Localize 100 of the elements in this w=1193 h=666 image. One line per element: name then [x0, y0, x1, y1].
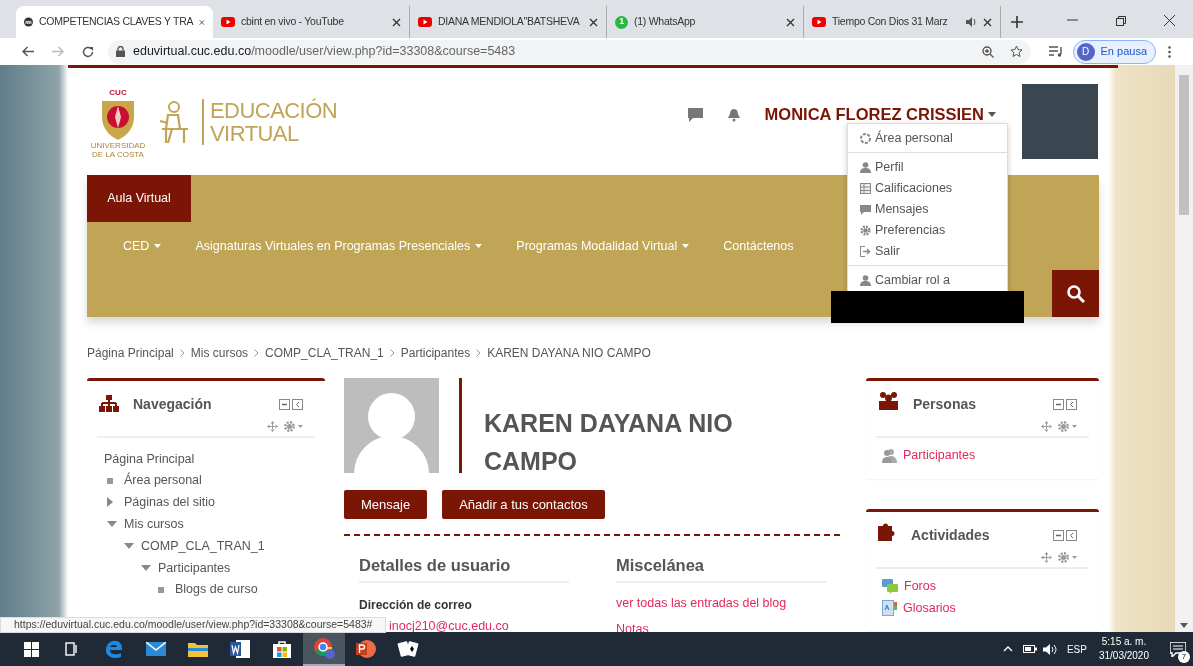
playing-cards-icon	[397, 640, 419, 658]
misc-link[interactable]: Notas	[616, 619, 649, 632]
moodle-logo-icon	[24, 15, 33, 29]
close-icon[interactable]	[786, 17, 795, 27]
user-menu-item[interactable]: Salir	[848, 241, 1007, 262]
profile-status: En pausa	[1100, 44, 1147, 60]
status-url-tooltip: https://eduvirtual.cuc.edu.co/moodle/user/view.php?id=33308&course=5483#	[0, 617, 387, 633]
star-icon[interactable]	[1009, 45, 1023, 58]
nav-tree-item[interactable]: Participantes	[158, 558, 231, 578]
back-arrow-icon[interactable]	[22, 46, 34, 57]
block-title: Personas	[913, 395, 977, 414]
menu-icon[interactable]	[1168, 45, 1171, 58]
collapse-dock-icon[interactable]	[1053, 399, 1077, 410]
site-title: EDUCACIÓN	[210, 98, 338, 122]
windows-start-icon[interactable]	[24, 641, 39, 657]
seal-text: DE LA COSTA	[92, 150, 144, 159]
user-menu-item[interactable]: Área personal	[848, 128, 1007, 149]
block-link[interactable]: Glosarios	[903, 598, 956, 618]
person-icon	[860, 162, 871, 173]
block-link[interactable]: Participantes	[903, 446, 976, 465]
user-menu-item[interactable]: Preferencias	[848, 220, 1007, 241]
address-bar[interactable]: eduvirtual.cuc.edu.co/moodle/user/view.php?id=33308&course=5483	[108, 39, 1031, 64]
gear-menu-icon[interactable]	[1058, 551, 1077, 563]
gear-menu-icon[interactable]	[1058, 421, 1077, 432]
person-icon	[860, 275, 871, 286]
user-menu-item[interactable]: Calificaciones	[848, 178, 1007, 199]
user-menu-item[interactable]: Mensajes	[848, 199, 1007, 220]
section-heading: Miscelánea	[616, 553, 826, 583]
user-menu-toggle[interactable]: MONICA FLOREZ CRISSIEN	[764, 102, 996, 127]
profile-name: KAREN DAYANA NIO CAMPO	[484, 408, 734, 477]
clock[interactable]: 5:15 a. m. 31/03/2020	[1098, 635, 1149, 663]
nav-tree-item[interactable]: COMP_CLA_TRAN_1	[141, 536, 265, 556]
gear-menu-icon[interactable]	[284, 421, 303, 432]
document-w-icon	[230, 640, 250, 658]
caret-icon	[475, 244, 483, 249]
media-queue-icon[interactable]	[1048, 46, 1063, 57]
browser-tab[interactable]: COMPETENCIAS CLAVES Y TRA	[16, 6, 213, 38]
email-link[interactable]: inocj210@cuc.edu.co	[389, 616, 509, 632]
play-logo-icon	[812, 17, 826, 27]
message-icon[interactable]	[687, 107, 703, 122]
caret-up-icon[interactable]	[1002, 646, 1013, 652]
close-icon[interactable]	[589, 17, 598, 27]
nav-tree-item[interactable]: Blogs de curso	[175, 580, 258, 600]
block-link[interactable]: Foros	[904, 576, 936, 596]
gear-icon	[860, 225, 871, 236]
move-icon[interactable]	[267, 421, 278, 432]
nav-tree-item[interactable]: Área personal	[124, 471, 202, 491]
collapse-dock-icon[interactable]	[1053, 529, 1077, 541]
nav-tree-item[interactable]: Página Principal	[104, 449, 195, 469]
new-tab-icon[interactable]	[1011, 16, 1023, 28]
close-icon[interactable]	[392, 17, 401, 27]
section-heading: Detalles de usuario	[359, 553, 569, 583]
zoom-icon[interactable]	[981, 45, 994, 58]
collapsed-triangle-icon[interactable]	[107, 497, 113, 508]
speech-bubbles-icon	[882, 578, 898, 594]
bullet-icon	[107, 477, 113, 484]
dashboard-icon	[860, 133, 871, 144]
profile-avatar: D	[1076, 42, 1095, 61]
breadcrumb-link[interactable]: Página Principal	[87, 344, 174, 362]
language-indicator[interactable]: ESP	[1066, 641, 1087, 657]
sitemap-icon	[99, 395, 119, 412]
message-icon	[860, 204, 871, 215]
profile-action-button[interactable]: Añadir a tus contactos	[442, 490, 605, 519]
search-button[interactable]	[1052, 270, 1099, 317]
profile-action-button[interactable]: Mensaje	[344, 490, 428, 519]
nav-tab[interactable]: Aula Virtual	[87, 175, 191, 222]
misc-link[interactable]: ver todas las entradas del blog	[616, 593, 787, 613]
collapse-dock-icon[interactable]	[279, 399, 303, 410]
profile-chip[interactable]: D En pausa	[1072, 39, 1156, 64]
breadcrumb-link[interactable]: Participantes	[400, 344, 471, 362]
nav-tree-item[interactable]: Páginas del sitio	[124, 493, 216, 512]
speaker-icon[interactable]	[1042, 643, 1057, 655]
move-icon[interactable]	[1041, 551, 1052, 563]
move-icon[interactable]	[1041, 421, 1052, 432]
lock-icon	[116, 46, 125, 57]
expanded-triangle-icon[interactable]	[141, 564, 151, 571]
chevron-icon	[254, 349, 260, 357]
task-view-icon	[65, 642, 79, 656]
book-icon	[882, 599, 897, 616]
tab-badge: 1	[615, 15, 628, 29]
expanded-triangle-icon[interactable]	[107, 521, 117, 528]
notification-button[interactable]: 7	[1163, 632, 1193, 666]
breadcrumb-link[interactable]: Mis cursos	[190, 344, 249, 362]
nav-tree-item[interactable]: Mis cursos	[124, 514, 184, 534]
scrollbar-thumb[interactable]	[1179, 75, 1189, 215]
expanded-triangle-icon[interactable]	[124, 543, 134, 550]
scroll-down-arrow-icon[interactable]	[1180, 623, 1188, 628]
close-icon[interactable]	[1164, 15, 1175, 26]
play-logo-icon	[221, 17, 235, 27]
url-text: eduvirtual.cuc.edu.co/moodle/user/view.php?id=33308&course=5483	[133, 43, 517, 61]
caret-icon	[682, 244, 690, 249]
user-menu-item[interactable]: Perfil	[848, 152, 1007, 178]
bell-icon[interactable]	[726, 107, 741, 122]
close-icon[interactable]	[983, 17, 992, 27]
restore-icon[interactable]	[1116, 16, 1126, 26]
seal-text: UNIVERSIDAD	[90, 141, 146, 150]
battery-icon[interactable]	[1022, 645, 1037, 653]
breadcrumb-link[interactable]: COMP_CLA_TRAN_1	[265, 344, 384, 362]
folder-icon	[188, 641, 208, 657]
reload-icon[interactable]	[82, 45, 94, 58]
